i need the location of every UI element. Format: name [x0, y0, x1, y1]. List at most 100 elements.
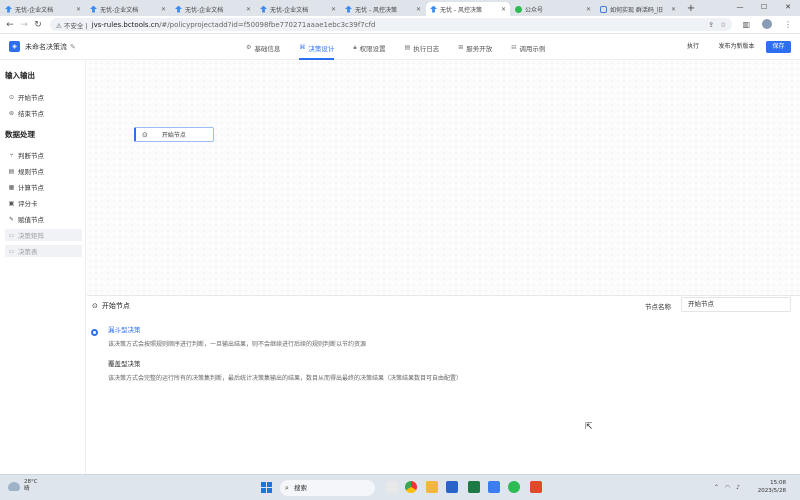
window-controls: — ☐ ✕ — [728, 0, 800, 16]
palette-item-calc-node[interactable]: ▦ 计算节点 — [5, 181, 82, 193]
close-icon[interactable]: ✕ — [671, 6, 676, 13]
publish-button[interactable]: 发布为新版本 — [714, 41, 759, 53]
tab-title: 无忧-企业文档 — [15, 6, 54, 14]
palette-item-branch-node[interactable]: ⑂ 判断节点 — [5, 149, 82, 161]
design-canvas[interactable]: ⊙ 开始节点 — [87, 60, 800, 295]
close-icon[interactable]: ✕ — [161, 6, 166, 13]
wifi-icon[interactable]: ◠ — [725, 484, 730, 491]
matrix-icon: ▭ — [8, 231, 15, 239]
option-desc-override: 该决策方式会完整的运行所有的决策集判断，最后统计决策集输出的结果，数目从而得出最… — [108, 375, 463, 382]
browser-tab[interactable]: 无忧-企业文档 ✕ — [86, 2, 170, 16]
minimize-icon[interactable]: — — [728, 0, 752, 16]
tab-title: 无忧 - 风控决策 — [355, 6, 397, 14]
execute-button[interactable]: 执行 — [684, 41, 702, 53]
browser-tab[interactable]: 如何实现 群活码_旧 ✕ — [596, 2, 680, 16]
share-icon[interactable]: ⇪ — [708, 21, 714, 29]
save-button[interactable]: 保存 — [766, 41, 791, 53]
option-title-funnel[interactable]: 漏斗型决策 — [108, 324, 141, 334]
start-icon: ⊙ — [8, 93, 15, 101]
tab-label: 执行日志 — [413, 44, 440, 53]
tab-call-example[interactable]: ⊟ 调用示例 — [511, 35, 545, 60]
app-logo-icon: ◈ — [9, 41, 20, 52]
bookmark-star-icon[interactable]: ☆ — [720, 21, 726, 29]
reload-icon[interactable]: ↻ — [32, 20, 44, 30]
project-name: 未命名决策流 ✎ — [25, 42, 76, 52]
tab-label: 基础信息 — [254, 44, 281, 53]
palette-item-assign-node[interactable]: ✎ 赋值节点 — [5, 213, 82, 225]
canvas-start-node[interactable]: ⊙ 开始节点 — [134, 127, 214, 142]
chevron-up-icon[interactable]: ⌃ — [714, 484, 719, 491]
avatar[interactable] — [758, 18, 776, 31]
tab-exec-log[interactable]: ▤ 执行日志 — [405, 35, 440, 60]
close-window-icon[interactable]: ✕ — [776, 0, 800, 16]
palette-item-rule-node[interactable]: ▤ 规则节点 — [5, 165, 82, 177]
palette-item-label: 计算节点 — [18, 184, 44, 192]
menu-icon[interactable]: ⋮ — [784, 20, 792, 29]
browser-tab-strip: 无忧-企业文档 ✕ 无忧-企业文档 ✕ 无忧-企业文档 ✕ 无忧-企业文档 ✕ 无忧 -… — [0, 0, 800, 16]
edit-icon[interactable]: ✎ — [70, 43, 76, 51]
browser-tab[interactable]: 无忧 - 风控决策 ✕ — [341, 2, 425, 16]
chrome-icon[interactable] — [405, 481, 417, 493]
tab-basic-info[interactable]: ⚙ 基础信息 — [246, 35, 280, 60]
palette-item-scorecard[interactable]: ▣ 评分卡 — [5, 197, 82, 209]
node-config-panel: ⊙ 开始节点 节点名称 开始节点 漏斗型决策 该决策方式会按照规则顺序进行判断，一… — [87, 295, 800, 474]
security-warning[interactable]: ⚠ 不安全 | — [56, 20, 88, 30]
branch-icon: ⑂ — [9, 151, 14, 159]
search-icon: ⌕ — [285, 484, 289, 492]
maximize-icon[interactable]: ☐ — [752, 0, 776, 16]
palette-item-start-node[interactable]: ⊙ 开始节点 — [5, 91, 82, 103]
tab-service-open[interactable]: ⊞ 服务开放 — [458, 35, 492, 60]
palette-item-label: 决策矩阵 — [18, 232, 44, 240]
forward-icon[interactable]: → — [18, 20, 30, 30]
palette-item-decision-matrix[interactable]: ▭ 决策矩阵 — [5, 229, 82, 241]
rule-icon: ▤ — [8, 167, 15, 175]
weather-widget[interactable]: 28°C 晴 — [8, 479, 38, 493]
browser-tab-active[interactable]: 无忧 - 风控决策 ✕ — [426, 2, 510, 16]
close-icon[interactable]: ✕ — [501, 6, 506, 13]
close-icon[interactable]: ✕ — [76, 6, 81, 13]
browser-tab[interactable]: 无忧-企业文档 ✕ — [1, 2, 85, 16]
node-palette: 输入输出 ⊙ 开始节点 ⊚ 结束节点 数据处理 ⑂ 判断节点 ▤ 规则节点 ▦ 计算节点 … — [0, 60, 86, 474]
taskbar-search[interactable]: ⌕ 搜索 — [280, 480, 375, 496]
windows-start-icon[interactable] — [261, 482, 272, 493]
tab-title: 无忧-企业文档 — [185, 6, 224, 14]
system-clock[interactable]: 15:08 2023/5/28 — [758, 479, 786, 495]
app-icon[interactable] — [488, 481, 500, 493]
doc-icon — [90, 5, 97, 13]
os-taskbar: 28°C 晴 ⌕ 搜索 ⌃ ◠ ♪ 15:08 2023/5/28 — [0, 474, 800, 500]
browser-tab[interactable]: 无忧-企业文档 ✕ — [256, 2, 340, 16]
doc-icon — [5, 5, 12, 13]
volume-icon[interactable]: ♪ — [736, 484, 740, 491]
folder-icon[interactable] — [426, 481, 438, 493]
start-icon: ⊙ — [142, 130, 148, 139]
radio-funnel-decision[interactable] — [91, 329, 98, 336]
close-icon[interactable]: ✕ — [586, 6, 591, 13]
excel-icon[interactable] — [468, 481, 480, 493]
node-label: 开始节点 — [161, 132, 186, 139]
doc-icon — [430, 5, 437, 13]
palette-item-end-node[interactable]: ⊚ 结束节点 — [5, 107, 82, 119]
tab-label: 决策设计 — [308, 44, 335, 53]
close-icon[interactable]: ✕ — [246, 6, 251, 13]
browser-tab[interactable]: 公众号 ✕ — [511, 2, 595, 16]
end-icon: ⊚ — [8, 109, 15, 117]
tab-permissions[interactable]: 🔒︎ 权限设置 — [353, 35, 385, 60]
back-icon[interactable]: ← — [4, 20, 16, 30]
taskview-icon[interactable] — [386, 481, 398, 493]
browser-tab[interactable]: 无忧-企业文档 ✕ — [171, 2, 255, 16]
palette-item-label: 判断节点 — [18, 152, 44, 160]
palette-item-decision-table[interactable]: ▭ 决策表 — [5, 245, 82, 257]
url-input[interactable]: ⚠ 不安全 | jvs-rules.bctools.cn/#/policypro… — [50, 18, 733, 31]
new-tab-button[interactable]: + — [684, 2, 698, 16]
sidebar-icon[interactable]: ▥ — [742, 20, 750, 29]
wechat-icon[interactable] — [508, 481, 520, 493]
close-icon[interactable]: ✕ — [416, 6, 421, 13]
node-name-input[interactable]: 开始节点 — [681, 297, 791, 312]
option-title-override[interactable]: 覆盖型决策 — [108, 358, 141, 368]
word-icon[interactable] — [446, 481, 458, 493]
app-header: ◈ 未命名决策流 ✎ ⚙ 基础信息 ⌘ 决策设计 🔒︎ 权限设置 ▤ 执行日志 ⊞ 服务开放… — [0, 35, 800, 60]
weather-text: 晴 — [24, 486, 30, 492]
close-icon[interactable]: ✕ — [331, 6, 336, 13]
app-icon-active[interactable] — [530, 481, 542, 493]
tab-decision-design[interactable]: ⌘ 决策设计 — [299, 35, 335, 60]
